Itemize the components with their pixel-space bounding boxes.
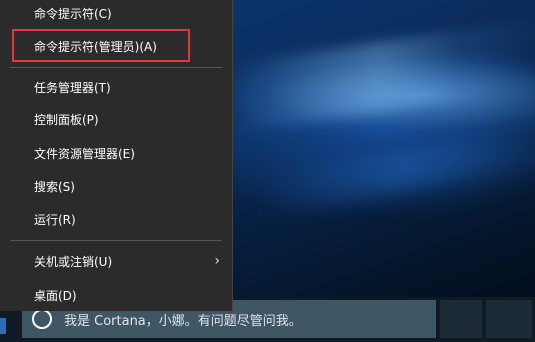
menu-item-run[interactable]: 运行(R) bbox=[0, 203, 232, 235]
menu-item-label: 运行(R) bbox=[34, 212, 76, 227]
menu-item-search[interactable]: 搜索(S) bbox=[0, 170, 232, 202]
cortana-ring-icon bbox=[32, 309, 52, 329]
menu-separator bbox=[10, 240, 222, 241]
start-button-edge[interactable] bbox=[0, 318, 6, 334]
menu-item-file-explorer[interactable]: 文件资源管理器(E) bbox=[0, 137, 232, 169]
menu-item-label: 关机或注销(U) bbox=[34, 254, 113, 269]
menu-item-label: 命令提示符(C) bbox=[34, 6, 112, 21]
chevron-right-icon: › bbox=[214, 253, 220, 269]
menu-item-label: 任务管理器(T) bbox=[34, 80, 111, 95]
wallpaper-light-beam bbox=[231, 18, 535, 132]
menu-item-control-panel[interactable]: 控制面板(P) bbox=[0, 103, 232, 135]
menu-item-label: 控制面板(P) bbox=[34, 112, 99, 127]
menu-item-label: 桌面(D) bbox=[34, 288, 77, 303]
menu-item-label: 搜索(S) bbox=[34, 179, 75, 194]
menu-item-shutdown-signout[interactable]: 关机或注销(U) › bbox=[0, 245, 232, 277]
winx-context-menu: 命令提示符(C) 命令提示符(管理员)(A) 任务管理器(T) 控制面板(P) … bbox=[0, 0, 232, 311]
taskbar-app-button[interactable] bbox=[440, 300, 482, 338]
menu-item-desktop[interactable]: 桌面(D) bbox=[0, 279, 232, 311]
cortana-placeholder: 我是 Cortana，小娜。有问题尽管问我。 bbox=[64, 313, 302, 329]
taskbar-app-button[interactable] bbox=[486, 300, 532, 338]
highlight-box bbox=[12, 29, 190, 62]
menu-item-label: 文件资源管理器(E) bbox=[34, 146, 135, 161]
menu-item-task-manager[interactable]: 任务管理器(T) bbox=[0, 71, 232, 103]
menu-separator bbox=[10, 67, 222, 68]
menu-item-command-prompt[interactable]: 命令提示符(C) bbox=[0, 0, 232, 29]
wallpaper-light-beam-lower bbox=[258, 125, 535, 215]
